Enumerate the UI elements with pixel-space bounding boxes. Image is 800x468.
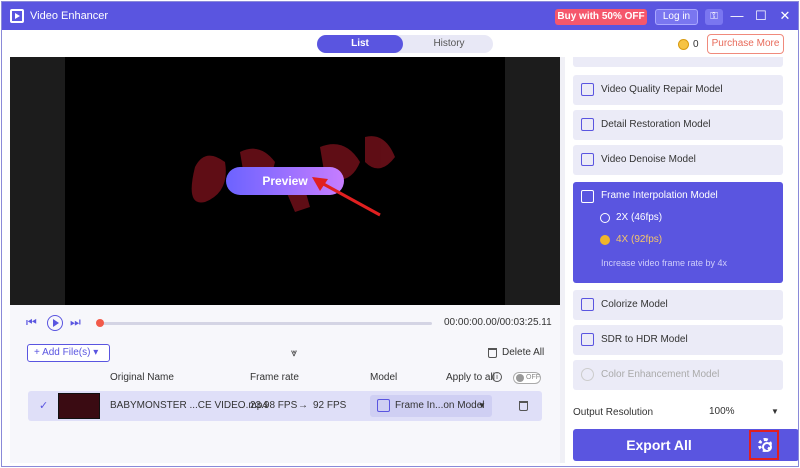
output-resolution-label: Output Resolution xyxy=(573,407,654,418)
option-2x-label: 2X (46fps) xyxy=(616,212,663,223)
player-controls: ⏮ ⏭ 00:00:00.00/00:03:25.11 xyxy=(10,307,560,339)
col-frame-rate: Frame rate xyxy=(250,372,299,383)
progress-knob[interactable] xyxy=(96,319,104,327)
model-label: Color Enhancement Model xyxy=(601,369,720,380)
main-panel: Preview ⏮ ⏭ 00:00:00.00/00:03:25.11 + Ad… xyxy=(10,57,560,463)
model-label: Colorize Model xyxy=(601,299,668,310)
credit-count: 0 xyxy=(693,39,699,50)
login-button[interactable]: Log in xyxy=(655,9,698,25)
frame-rate-to: 92 FPS xyxy=(313,400,347,411)
model-label: Video Quality Repair Model xyxy=(601,84,723,95)
model-panel: Video Quality Repair Model Detail Restor… xyxy=(565,57,798,463)
output-resolution-select[interactable]: 100% ▼ xyxy=(703,403,783,421)
skip-forward-icon[interactable]: ⏭ xyxy=(70,315,81,330)
chevron-down-icon: ▾ xyxy=(90,347,99,358)
model-card-denoise[interactable]: Video Denoise Model xyxy=(573,145,783,175)
apply-to-all-label: Apply to all xyxy=(446,372,495,383)
close-button[interactable]: ✕ xyxy=(776,7,794,25)
title-bar: Video Enhancer Buy with 50% OFF Log in ⚿… xyxy=(2,2,798,30)
app-window: Video Enhancer Buy with 50% OFF Log in ⚿… xyxy=(1,1,799,467)
plus-icon: + xyxy=(34,347,43,358)
frame-rate-from: 23.98 FPS xyxy=(250,400,298,411)
file-list-header: Original Name Frame rate Model Apply to … xyxy=(10,368,560,386)
model-label: Frame Interpolation Model xyxy=(601,190,718,201)
tab-history[interactable]: History xyxy=(405,35,493,53)
video-thumbnail xyxy=(58,393,100,419)
model-label: Video Denoise Model xyxy=(601,154,696,165)
trash-icon[interactable] xyxy=(488,348,497,358)
model-label: SDR to HDR Model xyxy=(601,334,688,345)
progress-track[interactable] xyxy=(98,322,432,325)
file-row[interactable]: ✓ BABYMONSTER ...CE VIDEO.mp4 23.98 FPS … xyxy=(28,391,542,421)
col-model: Model xyxy=(370,372,398,383)
skip-back-icon[interactable]: ⏮ xyxy=(26,315,37,330)
promo-button[interactable]: Buy with 50% OFF xyxy=(555,9,647,25)
row-check-icon[interactable]: ✓ xyxy=(39,399,48,412)
purchase-more-button[interactable]: Purchase More xyxy=(707,34,784,54)
col-original-name: Original Name xyxy=(110,372,174,383)
tab-list[interactable]: List xyxy=(317,35,403,53)
color-enhance-icon xyxy=(581,368,594,381)
model-card-partial xyxy=(573,57,783,67)
model-card-detail-restoration[interactable]: Detail Restoration Model xyxy=(573,110,783,140)
annotation-arrow-icon xyxy=(312,177,381,217)
credit-coin-icon xyxy=(678,39,689,50)
add-files-label: Add File(s) xyxy=(42,347,91,358)
play-button[interactable] xyxy=(47,315,63,331)
row-model-label: Frame In...on Model xyxy=(395,400,485,411)
app-logo-icon xyxy=(10,9,24,23)
row-model-select[interactable]: Frame In...on Model ▼ xyxy=(370,395,492,417)
chevron-down-icon: ▼ xyxy=(771,407,779,416)
model-card-colorize[interactable]: Colorize Model xyxy=(573,290,783,320)
key-icon[interactable]: ⚿ xyxy=(705,9,723,25)
info-icon[interactable]: i xyxy=(492,372,502,382)
maximize-button[interactable]: ☐ xyxy=(752,7,770,25)
model-label: Detail Restoration Model xyxy=(601,119,711,130)
denoise-icon xyxy=(581,153,594,166)
model-card-quality-repair[interactable]: Video Quality Repair Model xyxy=(573,75,783,105)
detail-restore-icon xyxy=(581,118,594,131)
app-title: Video Enhancer xyxy=(30,10,109,22)
radio-2x[interactable] xyxy=(600,213,610,223)
toggle-knob xyxy=(516,374,524,382)
video-preview-area: Preview xyxy=(10,57,560,305)
model-card-frame-interpolation[interactable]: Frame Interpolation Model 2X (46fps) 4X … xyxy=(573,182,783,283)
export-all-button[interactable]: Export All xyxy=(573,429,798,461)
gear-icon[interactable] xyxy=(758,438,772,452)
time-readout: 00:00:00.00/00:03:25.11 xyxy=(444,317,552,328)
colorize-icon xyxy=(581,298,594,311)
model-card-color-enhancement: Color Enhancement Model xyxy=(573,360,783,390)
frame-interpolation-icon xyxy=(377,399,390,412)
delete-all-button[interactable]: Delete All xyxy=(502,347,544,358)
model-card-sdr-hdr[interactable]: SDR to HDR Model xyxy=(573,325,783,355)
file-name: BABYMONSTER ...CE VIDEO.mp4 xyxy=(110,400,268,411)
view-tabs: List History xyxy=(317,35,493,53)
minimize-button[interactable]: — xyxy=(728,7,746,25)
radio-4x[interactable] xyxy=(600,235,610,245)
trash-icon[interactable] xyxy=(519,401,528,411)
export-all-label: Export All xyxy=(626,437,692,453)
chevron-down-icon: ▼ xyxy=(478,401,486,410)
toggle-state-label: OFF xyxy=(526,374,540,381)
settings-highlight-box[interactable] xyxy=(749,430,779,460)
hdr-icon xyxy=(581,333,594,346)
video-repair-icon xyxy=(581,83,594,96)
collapse-chevron-icon[interactable]: ⩔ xyxy=(291,347,297,360)
frame-interpolation-icon xyxy=(581,190,594,203)
interpolation-hint: Increase video frame rate by 4x xyxy=(601,258,728,268)
option-4x-label: 4X (92fps) xyxy=(616,234,663,245)
apply-to-all-toggle[interactable]: OFF xyxy=(513,372,541,384)
add-files-button[interactable]: + Add File(s) ▾ xyxy=(27,344,110,362)
output-resolution-value: 100% xyxy=(709,406,735,417)
arrow-right-icon: → xyxy=(298,400,308,411)
